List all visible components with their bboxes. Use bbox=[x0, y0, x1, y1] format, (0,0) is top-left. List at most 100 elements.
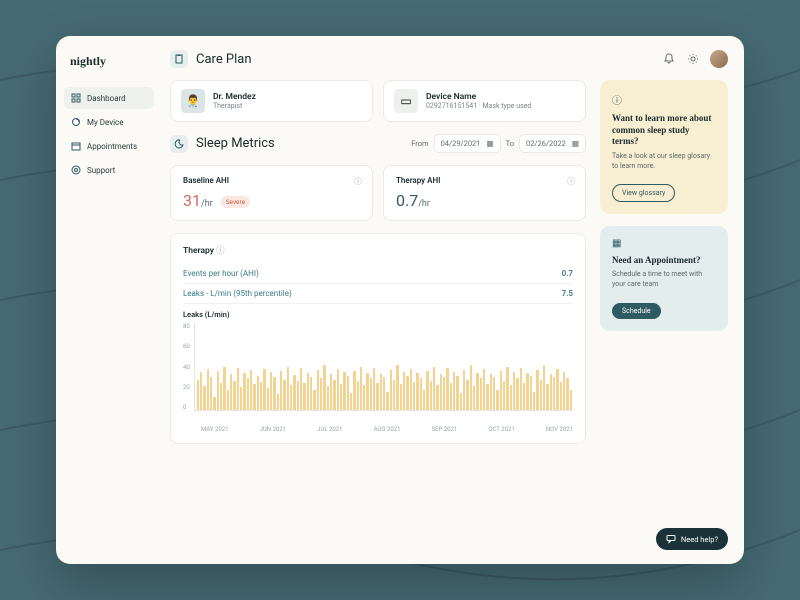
chart-bar bbox=[203, 386, 205, 410]
therapy-ahi-card: ⓘ Therapy AHI 0.7/hr bbox=[383, 165, 586, 221]
to-date-input[interactable]: 02/26/2022 ▦ bbox=[519, 134, 586, 153]
chart-bar bbox=[207, 369, 209, 410]
chart-bar bbox=[476, 373, 478, 410]
chart-bar bbox=[307, 373, 309, 410]
baseline-ahi-card: ⓘ Baseline AHI 31/hr Severe bbox=[170, 165, 373, 221]
bell-icon[interactable] bbox=[662, 52, 676, 66]
sidebar-item-support[interactable]: Support bbox=[64, 159, 154, 181]
view-glossary-button[interactable]: View glossary bbox=[612, 184, 675, 202]
device-card[interactable]: ▭ Device Name 0292716151541 · Mask type … bbox=[383, 80, 586, 122]
chart-bar bbox=[540, 380, 542, 410]
chart-bar bbox=[543, 365, 545, 410]
chart-bar bbox=[323, 365, 325, 410]
info-icon[interactable]: ⓘ bbox=[567, 176, 575, 187]
table-row: Events per hour (AHI) 0.7 bbox=[183, 264, 573, 284]
chart-bar bbox=[210, 377, 212, 410]
from-date-value: 04/29/2021 bbox=[441, 139, 481, 148]
chart-bar bbox=[560, 382, 562, 410]
calendar-icon bbox=[71, 141, 81, 151]
doctor-name: Dr. Mendez bbox=[213, 92, 256, 102]
chart-bar bbox=[310, 377, 312, 410]
chart-bar bbox=[510, 385, 512, 410]
chart-bar bbox=[293, 375, 295, 410]
chart-bar bbox=[480, 378, 482, 410]
chart-bar bbox=[383, 377, 385, 410]
chart-bar bbox=[250, 370, 252, 410]
gear-icon[interactable] bbox=[686, 52, 700, 66]
calendar-icon: ▦ bbox=[487, 139, 494, 148]
chart-bar bbox=[496, 390, 498, 410]
chart-bar bbox=[280, 371, 282, 410]
doctor-avatar: 👨‍⚕️ bbox=[181, 89, 205, 113]
schedule-button[interactable]: Schedule bbox=[612, 303, 661, 319]
row-value: 7.5 bbox=[562, 289, 573, 298]
chart-bar bbox=[433, 367, 435, 411]
chart-bar bbox=[297, 381, 299, 410]
table-row: Leaks - L/min (95th percentile) 7.5 bbox=[183, 284, 573, 304]
chart-bar bbox=[230, 374, 232, 410]
chart-bar bbox=[350, 393, 352, 410]
chart-bar bbox=[247, 378, 249, 410]
chart-bar bbox=[317, 370, 319, 410]
chart-bar bbox=[536, 370, 538, 410]
help-label: Need help? bbox=[681, 535, 718, 544]
info-icon[interactable]: ⓘ bbox=[354, 176, 362, 187]
chart-bar bbox=[430, 381, 432, 410]
chart-bar bbox=[277, 394, 279, 410]
chart-bar bbox=[337, 369, 339, 410]
row-key: Leaks - L/min (95th percentile) bbox=[183, 289, 292, 298]
therapy-title: Therapy ⓘ bbox=[183, 244, 573, 256]
chart-bar bbox=[267, 388, 269, 410]
chart-bar bbox=[233, 381, 235, 410]
chart-bar bbox=[343, 372, 345, 410]
appointment-promo: ▦ Need an Appointment? Schedule a time t… bbox=[600, 226, 728, 331]
info-icon[interactable]: ⓘ bbox=[216, 246, 225, 256]
date-range: From 04/29/2021 ▦ To 02/26/2022 ▦ bbox=[411, 134, 586, 153]
chart-bar bbox=[237, 368, 239, 410]
chart-bar bbox=[400, 384, 402, 410]
chart-bar bbox=[500, 371, 502, 410]
chart-bar bbox=[523, 383, 525, 410]
sidebar-item-dashboard[interactable]: Dashboard bbox=[64, 87, 154, 109]
from-label: From bbox=[411, 139, 428, 148]
main-content: Care Plan 👨‍⚕️ Dr. Mendez Therapist ▭ De… bbox=[162, 36, 744, 564]
glossary-promo: ⓘ Want to learn more about common sleep … bbox=[600, 80, 728, 214]
user-avatar[interactable] bbox=[710, 50, 728, 68]
chart-bar bbox=[200, 372, 202, 410]
chart-bar bbox=[416, 373, 418, 410]
right-column: ⓘ Want to learn more about common sleep … bbox=[600, 50, 728, 550]
severity-badge: Severe bbox=[221, 196, 250, 208]
device-sub: 0292716151541 · Mask type used bbox=[426, 102, 531, 110]
chart-bar bbox=[526, 373, 528, 410]
sidebar-item-appointments[interactable]: Appointments bbox=[64, 135, 154, 157]
chart-bar bbox=[263, 369, 265, 410]
chart-bar bbox=[303, 383, 305, 410]
topbar bbox=[600, 50, 728, 68]
help-button[interactable]: Need help? bbox=[656, 528, 728, 550]
chart-bar bbox=[366, 373, 368, 410]
chart-bar bbox=[463, 370, 465, 410]
dashboard-icon bbox=[71, 93, 81, 103]
chart-bar bbox=[460, 393, 462, 410]
chart-bar bbox=[563, 372, 565, 410]
from-date-input[interactable]: 04/29/2021 ▦ bbox=[434, 134, 501, 153]
chart-bar bbox=[270, 372, 272, 410]
chart-bar bbox=[483, 369, 485, 410]
chart-bar bbox=[513, 372, 515, 410]
chart-bar bbox=[493, 377, 495, 410]
sidebar-item-label: My Device bbox=[87, 118, 123, 127]
care-plan-cards: 👨‍⚕️ Dr. Mendez Therapist ▭ Device Name … bbox=[170, 80, 586, 122]
metric-cards: ⓘ Baseline AHI 31/hr Severe ⓘ Therapy AH… bbox=[170, 165, 586, 221]
chart-bar bbox=[406, 376, 408, 410]
y-axis: 80 60 40 20 0 bbox=[183, 323, 194, 411]
sidebar-item-device[interactable]: My Device bbox=[64, 111, 154, 133]
metric-label: Baseline AHI bbox=[183, 176, 360, 185]
chart-bar bbox=[546, 384, 548, 410]
to-label: To bbox=[506, 139, 514, 148]
chart-bar bbox=[566, 378, 568, 410]
chart-bar bbox=[357, 381, 359, 410]
app-window: nightly Dashboard My Device Appointments… bbox=[56, 36, 744, 564]
chart-bar bbox=[453, 372, 455, 410]
doctor-card[interactable]: 👨‍⚕️ Dr. Mendez Therapist bbox=[170, 80, 373, 122]
clipboard-icon bbox=[170, 50, 188, 68]
